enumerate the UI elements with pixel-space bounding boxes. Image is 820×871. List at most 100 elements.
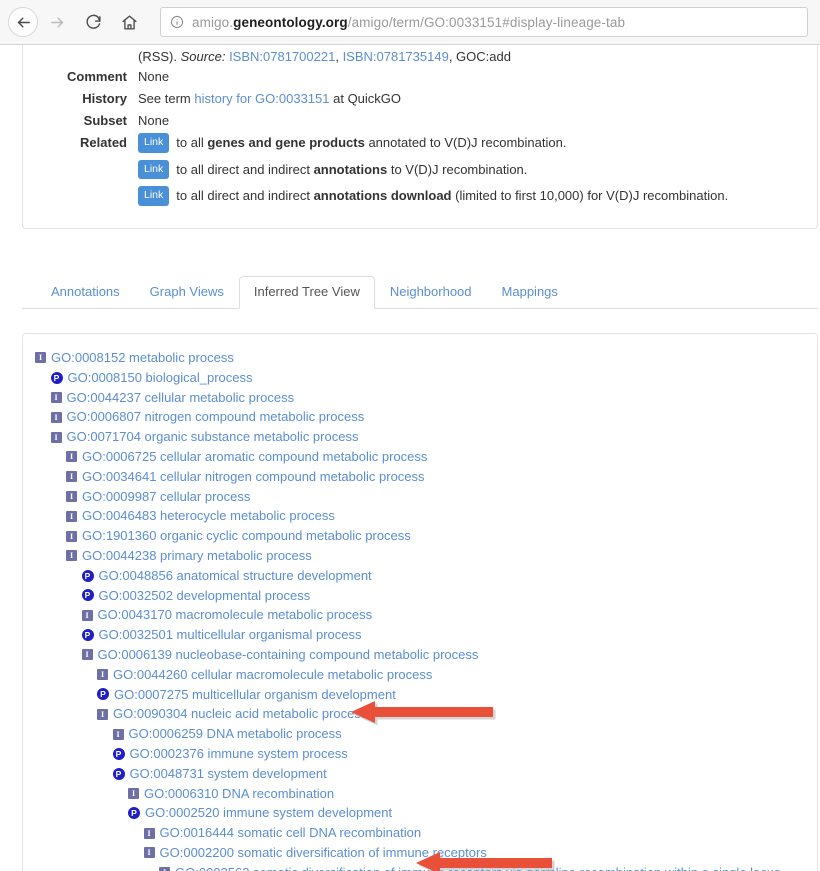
is-a-icon: I xyxy=(66,490,77,502)
tree-node[interactable]: I GO:0046483 heterocycle metabolic proces… xyxy=(23,506,817,526)
tree-node-label[interactable]: GO:0090304 nucleic acid metabolic proces… xyxy=(113,704,367,724)
tree-node[interactable]: P GO:0008150 biological_process xyxy=(23,368,817,388)
tree-node[interactable]: I GO:0006310 DNA recombination xyxy=(23,784,817,804)
tree-node[interactable]: P GO:0002376 immune system process xyxy=(23,744,817,764)
tree-node-label[interactable]: GO:0002200 somatic diversification of im… xyxy=(160,843,487,863)
tree-node[interactable]: I GO:0002200 somatic diversification of i… xyxy=(23,843,817,863)
is-a-icon: I xyxy=(66,510,77,522)
tab-neighborhood[interactable]: Neighborhood xyxy=(375,276,487,309)
related-post-1: annotated to V(D)J recombination. xyxy=(364,135,567,150)
tree-node[interactable]: I GO:0006139 nucleobase-containing compou… xyxy=(23,645,817,665)
tree-node[interactable]: I GO:0006807 nitrogen compound metabolic … xyxy=(23,407,817,427)
tree-node-label[interactable]: GO:0044238 primary metabolic process xyxy=(82,546,312,566)
info-circle-icon[interactable] xyxy=(170,15,184,29)
forward-button[interactable] xyxy=(40,5,74,39)
reload-button[interactable] xyxy=(76,5,110,39)
tree-node[interactable]: P GO:0007275 multicellular organism devel… xyxy=(23,685,817,705)
term-details-box: (RSS). Source: ISBN:0781700221, ISBN:078… xyxy=(22,45,818,229)
related-values: Link to all genes and gene products anno… xyxy=(138,133,817,213)
tree-node-label[interactable]: GO:0048856 anatomical structure developm… xyxy=(99,566,372,586)
link-button[interactable]: Link xyxy=(138,159,170,179)
tree-node-label[interactable]: GO:0044260 cellular macromolecule metabo… xyxy=(113,665,432,685)
tree-node-label[interactable]: GO:0071704 organic substance metabolic p… xyxy=(67,427,359,447)
tree-node[interactable]: I GO:0016444 somatic cell DNA recombinati… xyxy=(23,823,817,843)
source-label: Source: xyxy=(180,49,226,64)
is-a-icon: I xyxy=(97,708,108,720)
tree-node-label[interactable]: GO:0034641 cellular nitrogen compound me… xyxy=(82,467,425,487)
history-link[interactable]: history for GO:0033151 xyxy=(194,91,329,106)
tree-node[interactable]: P GO:0048856 anatomical structure develop… xyxy=(23,566,817,586)
tree-node-label[interactable]: GO:0006725 cellular aromatic compound me… xyxy=(82,447,427,467)
part-of-icon: P xyxy=(81,589,94,602)
tree-node-label[interactable]: GO:0002520 immune system development xyxy=(145,803,392,823)
tree-node[interactable]: I GO:0044237 cellular metabolic process xyxy=(23,388,817,408)
tree-node-label[interactable]: GO:0016444 somatic cell DNA recombinatio… xyxy=(160,823,422,843)
tree-node[interactable]: P GO:0032502 developmental process xyxy=(23,586,817,606)
tab-mappings[interactable]: Mappings xyxy=(487,276,573,309)
tree-node-label[interactable]: GO:0008152 metabolic process xyxy=(51,348,234,368)
tree-node-label[interactable]: GO:0044237 cellular metabolic process xyxy=(67,388,295,408)
tree-node-label[interactable]: GO:1901360 organic cyclic compound metab… xyxy=(82,526,411,546)
source-tail: , GOC:add xyxy=(448,49,511,64)
part-of-icon: P xyxy=(112,767,125,780)
tree-node-label[interactable]: GO:0007275 multicellular organism develo… xyxy=(114,685,396,705)
tree-node-label[interactable]: GO:0006310 DNA recombination xyxy=(144,784,334,804)
subset-row: Subset None xyxy=(23,111,817,130)
navigation-buttons xyxy=(8,5,146,39)
tab-graph-views[interactable]: Graph Views xyxy=(135,276,239,309)
tree-node[interactable]: I GO:0044260 cellular macromolecule metab… xyxy=(23,665,817,685)
related-item: Link to all genes and gene products anno… xyxy=(138,133,817,153)
related-pre-2: to all direct and indirect xyxy=(176,161,314,177)
is-a-icon: I xyxy=(66,530,77,542)
tree-node-label[interactable]: GO:0006259 DNA metabolic process xyxy=(129,724,342,744)
related-bold-3: annotations download xyxy=(313,188,452,203)
tree-node[interactable]: I GO:0006259 DNA metabolic process xyxy=(23,724,817,744)
tree-node[interactable]: P GO:0032501 multicellular organismal pro… xyxy=(23,625,817,645)
home-button[interactable] xyxy=(112,5,146,39)
tree-node[interactable]: I GO:0034641 cellular nitrogen compound m… xyxy=(23,467,817,487)
tree-node[interactable]: I GO:0002562 somatic diversification of i… xyxy=(23,863,817,871)
comment-label: Comment xyxy=(67,69,127,84)
is-a-icon: I xyxy=(35,352,46,364)
history-post: at QuickGO xyxy=(329,91,402,106)
tree-node[interactable]: I GO:0071704 organic substance metabolic … xyxy=(23,427,817,447)
link-button[interactable]: Link xyxy=(138,133,170,153)
tree-node[interactable]: P GO:0002520 immune system development xyxy=(23,803,817,823)
tree-node[interactable]: I GO:0008152 metabolic process xyxy=(23,348,817,368)
tree-node[interactable]: I GO:0090304 nucleic acid metabolic proce… xyxy=(23,704,817,724)
tree-node-label[interactable]: GO:0032501 multicellular organismal proc… xyxy=(99,625,362,645)
related-bold-1: genes and gene products xyxy=(207,135,365,150)
part-of-icon: P xyxy=(81,569,94,582)
tree-node[interactable]: I GO:0009987 cellular process xyxy=(23,487,817,507)
tree-node-label[interactable]: GO:0006807 nitrogen compound metabolic p… xyxy=(67,407,365,427)
tab-label: Annotations xyxy=(51,284,120,299)
history-pre: See term xyxy=(138,91,195,106)
tree-node[interactable]: I GO:0044238 primary metabolic process xyxy=(23,546,817,566)
tree-node[interactable]: I GO:1901360 organic cyclic compound meta… xyxy=(23,526,817,546)
tree-node-label[interactable]: GO:0008150 biological_process xyxy=(68,368,253,388)
history-value: See term history for GO:0033151 at Quick… xyxy=(138,89,817,108)
tree-node[interactable]: I GO:0006725 cellular aromatic compound m… xyxy=(23,447,817,467)
url-prefix: amigo. xyxy=(192,14,234,30)
related-item: Link to all direct and indirect annotati… xyxy=(138,159,817,179)
tree-node-label[interactable]: GO:0006139 nucleobase-containing compoun… xyxy=(98,645,479,665)
comment-row: Comment None xyxy=(23,67,817,86)
tab-inferred-tree-view[interactable]: Inferred Tree View xyxy=(238,276,375,309)
isbn-link-1[interactable]: ISBN:0781700221 xyxy=(229,49,335,64)
link-button[interactable]: Link xyxy=(138,186,170,206)
tree-node-label[interactable]: GO:0009987 cellular process xyxy=(82,487,250,507)
address-bar[interactable]: amigo.geneontology.org/amigo/term/GO:003… xyxy=(160,7,808,37)
isbn-link-2[interactable]: ISBN:0781735149 xyxy=(343,49,449,64)
tree-node[interactable]: P GO:0048731 system development xyxy=(23,764,817,784)
tree-node-label[interactable]: GO:0046483 heterocycle metabolic process xyxy=(82,506,335,526)
back-button[interactable] xyxy=(8,7,38,37)
tab-annotations[interactable]: Annotations xyxy=(36,276,135,309)
tree-node-label[interactable]: GO:0043170 macromolecule metabolic proce… xyxy=(98,605,373,625)
tree-node-label[interactable]: GO:0048731 system development xyxy=(130,764,327,784)
related-post-2: to V(D)J recombination. xyxy=(387,161,528,177)
tree-node[interactable]: I GO:0043170 macromolecule metabolic proc… xyxy=(23,605,817,625)
tree-node-label[interactable]: GO:0002376 immune system process xyxy=(130,744,348,764)
related-row: Related Link to all genes and gene produ… xyxy=(23,133,817,213)
tree-node-label[interactable]: GO:0002562 somatic diversification of im… xyxy=(175,863,781,871)
tree-node-label[interactable]: GO:0032502 developmental process xyxy=(99,586,311,606)
